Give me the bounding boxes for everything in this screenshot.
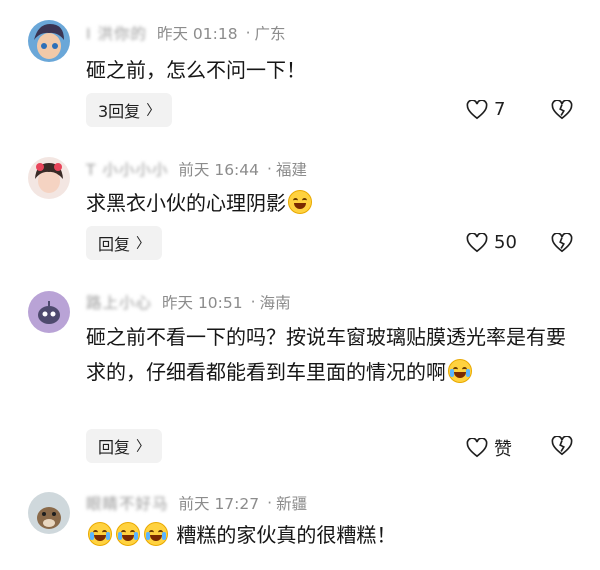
timestamp: 前天 16:44 — [178, 161, 260, 179]
reply-button[interactable]: 回复 〉 — [86, 226, 163, 260]
comment-item: T 小小小小 前天 16:44 · 福建 求黑衣小伙的心理阴影 回复 〉 50 — [0, 140, 600, 280]
like-count: 50 — [494, 232, 517, 253]
comment-text: 砸之前，怎么不问一下！ — [86, 58, 306, 82]
comment-meta: I 洪你的 昨天 01:18 · 广东 — [86, 22, 286, 44]
like-button[interactable]: 7 — [466, 99, 505, 120]
dislike-button[interactable] — [551, 435, 573, 460]
chevron-right-icon: 〉 — [136, 439, 151, 455]
comment-meta: 路上小心 昨天 10:51 · 海南 — [86, 291, 291, 313]
comment-text: 求黑衣小伙的心理阴影 — [86, 186, 566, 220]
chevron-right-icon: 〉 — [136, 236, 151, 252]
heart-icon — [466, 99, 488, 119]
avatar[interactable] — [28, 291, 70, 333]
location: 海南 — [259, 294, 291, 312]
avatar[interactable] — [28, 492, 70, 534]
comment-item: I 洪你的 昨天 01:18 · 广东 砸之前，怎么不问一下！ 3回复 〉 7 — [0, 0, 600, 140]
location: 新疆 — [276, 495, 308, 513]
avatar[interactable] — [28, 20, 70, 62]
laugh-cry-emoji-icon — [116, 522, 140, 546]
broken-heart-icon — [551, 99, 573, 120]
dislike-button[interactable] — [551, 99, 573, 124]
like-count: 7 — [494, 99, 506, 120]
reply-button[interactable]: 回复 〉 — [86, 429, 163, 463]
comment-text: 糟糕的家伙真的很糟糕！ — [86, 518, 566, 552]
like-button[interactable]: 50 — [466, 232, 517, 253]
timestamp: 昨天 01:18 — [157, 25, 238, 43]
broken-heart-icon — [551, 435, 573, 456]
timestamp: 前天 17:27 — [178, 495, 260, 513]
username[interactable]: 路上小心 — [86, 291, 152, 313]
username[interactable]: 眼睛不好马 — [86, 492, 169, 514]
dislike-button[interactable] — [551, 232, 573, 257]
heart-icon — [466, 232, 488, 252]
timestamp: 昨天 10:51 — [162, 294, 243, 312]
heart-icon — [466, 438, 488, 458]
like-button[interactable]: 赞 — [466, 435, 512, 461]
like-label: 赞 — [494, 439, 512, 460]
chevron-right-icon: 〉 — [146, 103, 161, 119]
laugh-cry-emoji-icon — [448, 359, 472, 383]
laugh-cry-emoji-icon — [88, 522, 112, 546]
location: 广东 — [254, 25, 286, 43]
comment-meta: T 小小小小 前天 16:44 · 福建 — [86, 158, 307, 180]
comment-text: 砸之前不看一下的吗？按说车窗玻璃贴膜透光率是有要求的，仔细看都能看到车里面的情况… — [86, 325, 566, 384]
view-replies-button[interactable]: 3回复 〉 — [86, 93, 173, 127]
comment-item: 路上小心 昨天 10:51 · 海南 砸之前不看一下的吗？按说车窗玻璃贴膜透光率… — [0, 280, 600, 480]
grin-emoji-icon — [288, 190, 312, 214]
comment-item: 眼睛不好马 前天 17:27 · 新疆 糟糕的家伙真的很糟糕！ — [0, 480, 600, 570]
laugh-cry-emoji-icon — [144, 522, 168, 546]
comment-meta: 眼睛不好马 前天 17:27 · 新疆 — [86, 492, 308, 514]
location: 福建 — [275, 161, 307, 179]
username[interactable]: I 洪你的 — [86, 22, 147, 44]
broken-heart-icon — [551, 232, 573, 253]
avatar[interactable] — [28, 157, 70, 199]
username[interactable]: T 小小小小 — [86, 158, 168, 180]
